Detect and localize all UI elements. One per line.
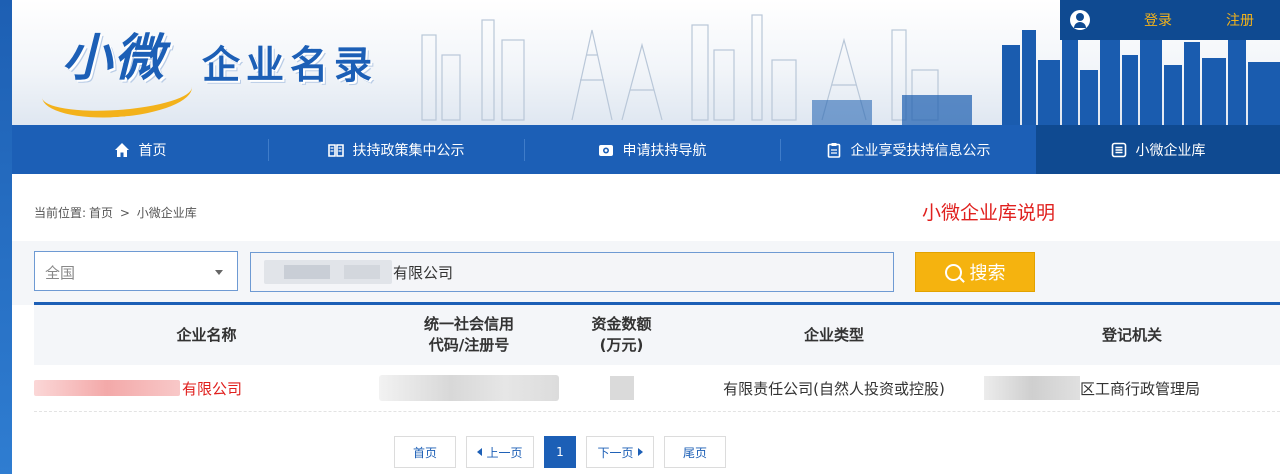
site-logo[interactable]: 小微: [40, 14, 212, 123]
nav-item-guide[interactable]: 申请扶持导航: [524, 125, 780, 174]
header-credit-line2: 代码/注册号: [428, 336, 510, 354]
nav-item-label: 企业享受扶持信息公示: [850, 142, 991, 159]
prev-page-label: 上一页: [486, 445, 523, 460]
breadcrumb-current: 小微企业库: [136, 206, 197, 220]
nav-item-support-info[interactable]: 企业享受扶持信息公示: [780, 125, 1036, 174]
left-edge-strip: [0, 0, 12, 474]
region-select-value: 全国: [45, 264, 76, 282]
breadcrumb-separator: >: [119, 206, 130, 220]
redacted-capital: [609, 376, 634, 400]
column-header-capital: 资金数额 (万元): [559, 305, 684, 365]
column-header-registration-authority: 登记机关: [984, 305, 1280, 365]
header-type-text: 企业类型: [803, 325, 864, 344]
last-page-button[interactable]: 尾页: [664, 436, 726, 468]
user-bar: 登录 注册: [1060, 0, 1280, 40]
capital-cell: [559, 365, 684, 411]
header-org-text: 登记机关: [1101, 325, 1162, 344]
nav-item-home[interactable]: 首页: [12, 125, 268, 174]
clipboard-icon: [826, 142, 842, 158]
nav-item-label: 小微企业库: [1135, 142, 1206, 159]
header-capital-line2: (万元): [599, 336, 644, 354]
home-icon: [114, 142, 130, 158]
caret-down-icon: [215, 270, 223, 275]
redacted-query-prefix: [264, 260, 392, 284]
breadcrumb-home[interactable]: 首页: [89, 206, 113, 220]
login-link[interactable]: 登录: [1144, 10, 1172, 30]
credit-code-cell: [379, 365, 559, 411]
library-explanation-link[interactable]: 小微企业库说明: [922, 198, 1055, 225]
nav-item-label: 扶持政策集中公示: [352, 142, 465, 159]
column-header-type: 企业类型: [684, 305, 984, 365]
column-header-name: 企业名称: [34, 305, 379, 365]
header-name-text: 企业名称: [176, 325, 237, 344]
main-content: 当前位置:首页 > 小微企业库 小微企业库说明 全国 搜索 企业名称 统一社会信…: [12, 174, 1280, 474]
breadcrumb-prefix: 当前位置:: [34, 206, 87, 220]
company-name-suffix: 有限公司: [182, 379, 243, 398]
region-select[interactable]: 全国: [34, 251, 238, 291]
register-link[interactable]: 注册: [1226, 10, 1254, 30]
book-icon: [327, 142, 344, 158]
header-credit-line1: 统一社会信用: [423, 315, 514, 333]
registration-authority-cell: 区工商行政管理局: [984, 365, 1280, 411]
list-icon: [1111, 142, 1127, 158]
search-icon: [944, 263, 962, 281]
company-name-link[interactable]: 有限公司: [34, 365, 379, 411]
triangle-left-icon: [477, 448, 483, 456]
results-table-header: 企业名称 统一社会信用 代码/注册号 资金数额 (万元) 企业类型 登记机关: [34, 305, 1280, 365]
logo-text: 小微: [62, 29, 166, 87]
triangle-right-icon: [637, 448, 643, 456]
nav-item-label: 首页: [138, 142, 167, 159]
authority-suffix: 区工商行政管理局: [1080, 379, 1201, 398]
next-page-label: 下一页: [597, 445, 634, 460]
current-page-button[interactable]: 1: [544, 436, 576, 468]
redacted-company-name: [34, 380, 180, 396]
main-nav: 首页 扶持政策集中公示 申请扶持导航 企业享受扶持信息公示 小微企业库: [12, 125, 1280, 174]
prev-page-button[interactable]: 上一页: [466, 436, 534, 468]
search-button[interactable]: 搜索: [915, 252, 1035, 292]
site-name: 企业名录: [202, 43, 379, 87]
first-page-label: 首页: [412, 445, 437, 460]
header-capital-line1: 资金数额: [591, 315, 652, 333]
last-page-label: 尾页: [682, 445, 707, 460]
search-button-label: 搜索: [969, 263, 1006, 284]
current-page-label: 1: [556, 445, 564, 459]
first-page-button[interactable]: 首页: [394, 436, 456, 468]
redacted-credit-code: [379, 375, 559, 401]
camera-icon: [598, 142, 614, 158]
pagination: 首页 上一页 1 下一页 尾页: [394, 436, 726, 468]
breadcrumb: 当前位置: 首页 > 小微企业库: [34, 204, 200, 221]
next-page-button[interactable]: 下一页: [586, 436, 654, 468]
redacted-authority-prefix: [984, 376, 1080, 400]
nav-item-policy[interactable]: 扶持政策集中公示: [268, 125, 524, 174]
site-header: 小微 企业名录 登录 注册: [12, 0, 1280, 125]
company-type-cell: 有限责任公司(自然人投资或控股): [723, 379, 945, 398]
nav-item-sme-library[interactable]: 小微企业库: [1036, 125, 1280, 174]
nav-item-label: 申请扶持导航: [622, 142, 707, 159]
user-icon[interactable]: [1070, 10, 1090, 30]
table-row: 有限公司 有限责任公司(自然人投资或控股) 区工商行政管理局: [34, 365, 1280, 412]
column-header-credit-code: 统一社会信用 代码/注册号: [379, 305, 559, 365]
